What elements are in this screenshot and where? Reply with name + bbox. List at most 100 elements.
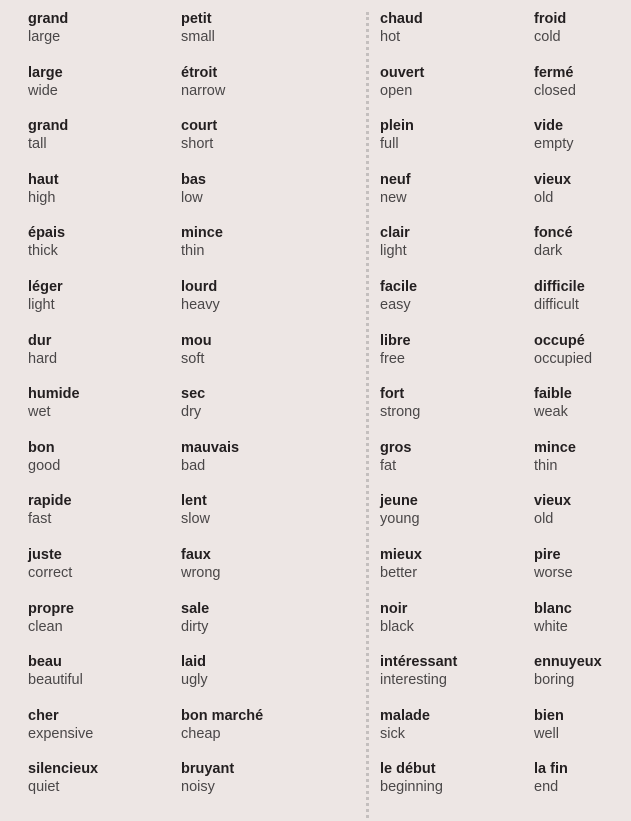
vocab-pair: mince thin (534, 440, 602, 494)
english-translation: wrong (181, 564, 221, 581)
french-word: sec (181, 386, 206, 403)
vocab-pair: foncé dark (534, 225, 602, 279)
english-translation: interesting (380, 672, 447, 689)
english-translation: expensive (28, 725, 94, 742)
vocab-pair: mieux better (380, 547, 457, 601)
vocab-pair: fermé closed (534, 65, 602, 119)
french-word: rapide (28, 493, 72, 510)
vocab-pair: cher expensive (28, 708, 98, 762)
english-translation: heavy (181, 296, 220, 313)
english-translation: black (380, 618, 414, 635)
french-word: occupé (534, 332, 585, 349)
vocab-pair: intéressant interesting (380, 654, 457, 708)
french-word: foncé (534, 225, 573, 242)
english-translation: ugly (181, 672, 208, 689)
vocab-pair: propre clean (28, 601, 98, 655)
french-word: laid (181, 654, 206, 671)
english-translation: dry (181, 404, 202, 421)
english-translation: empty (534, 136, 574, 153)
french-word: cher (28, 707, 59, 724)
english-translation: quiet (28, 779, 60, 796)
vocab-column-2: petit small étroit narrow court short bas low mi… (181, 11, 263, 815)
vocab-pair: laid ugly (181, 654, 263, 708)
english-translation: beginning (380, 779, 443, 796)
french-word: grand (28, 11, 69, 27)
english-translation: bad (181, 457, 206, 474)
french-word: mince (534, 439, 576, 456)
french-word: épais (28, 225, 66, 242)
french-word: ouvert (380, 64, 425, 81)
french-word: lourd (181, 278, 218, 295)
english-translation: full (380, 136, 399, 153)
french-word: juste (28, 546, 62, 563)
english-translation: fast (28, 511, 52, 528)
french-word: bien (534, 707, 564, 724)
vocab-pair: pire worse (534, 547, 602, 601)
french-word: fermé (534, 64, 574, 81)
english-translation: noisy (181, 779, 215, 796)
french-word: grand (28, 118, 69, 135)
english-translation: wet (28, 404, 51, 421)
vocab-pair: bien well (534, 708, 602, 762)
english-translation: beautiful (28, 672, 83, 689)
french-word: malade (380, 707, 430, 724)
french-word: haut (28, 171, 59, 188)
vocab-pair: court short (181, 118, 263, 172)
english-translation: boring (534, 672, 575, 689)
vocab-pair: difficile difficult (534, 279, 602, 333)
french-word: lent (181, 493, 207, 510)
english-translation: white (534, 618, 568, 635)
english-translation: dirty (181, 618, 209, 635)
french-word: faux (181, 546, 211, 563)
vocab-pair: ennuyeux boring (534, 654, 602, 708)
english-translation: short (181, 136, 214, 153)
vocab-pair: petit small (181, 11, 263, 65)
vocab-pair: occupé occupied (534, 333, 602, 387)
vocab-pair: grand tall (28, 118, 98, 172)
vocab-pair: mince thin (181, 225, 263, 279)
french-word: facile (380, 278, 418, 295)
french-word: bas (181, 171, 206, 188)
vocab-pair: chaud hot (380, 11, 457, 65)
english-translation: occupied (534, 350, 593, 367)
english-translation: fat (380, 457, 397, 474)
french-word: la fin (534, 761, 568, 778)
column-divider (366, 12, 369, 818)
vocab-pair: faux wrong (181, 547, 263, 601)
vocab-pair: noir black (380, 601, 457, 655)
english-translation: cheap (181, 725, 221, 742)
french-word: gros (380, 439, 412, 456)
vocab-pair: mauvais bad (181, 440, 263, 494)
vocab-pair: ouvert open (380, 65, 457, 119)
english-translation: high (28, 189, 56, 206)
english-translation: wide (28, 82, 58, 99)
english-translation: easy (380, 296, 411, 313)
english-translation: thin (181, 243, 205, 260)
french-word: mou (181, 332, 212, 349)
vocab-pair: plein full (380, 118, 457, 172)
vocab-pair: silencieux quiet (28, 761, 98, 815)
english-translation: old (534, 189, 554, 206)
english-translation: correct (28, 564, 73, 581)
vocab-pair: lourd heavy (181, 279, 263, 333)
french-word: jeune (380, 493, 418, 510)
french-word: fort (380, 386, 405, 403)
french-word: bon (28, 439, 55, 456)
french-word: libre (380, 332, 411, 349)
english-translation: weak (534, 404, 568, 421)
vocab-pair: vieux old (534, 172, 602, 226)
french-word: silencieux (28, 761, 99, 778)
french-word: mieux (380, 546, 422, 563)
english-translation: difficult (534, 296, 579, 313)
english-translation: tall (28, 136, 47, 153)
french-word: étroit (181, 64, 218, 81)
french-word: humide (28, 386, 80, 403)
french-word: le début (380, 761, 436, 778)
english-translation: cold (534, 29, 561, 45)
vocab-pair: blanc white (534, 601, 602, 655)
french-word: sale (181, 600, 210, 617)
french-word: intéressant (380, 654, 458, 671)
french-word: plein (380, 118, 414, 135)
english-translation: small (181, 29, 215, 45)
vocab-pair: la fin end (534, 761, 602, 815)
